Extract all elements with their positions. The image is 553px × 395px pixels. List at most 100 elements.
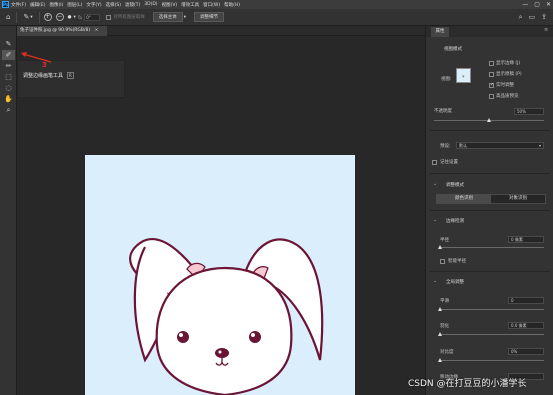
share-icon[interactable]: ⇪ <box>541 13 547 21</box>
bunny-illustration <box>129 237 324 395</box>
transparency-input[interactable]: 50% <box>514 108 544 115</box>
menu-help[interactable]: 帮助(H) <box>224 2 240 8</box>
menu-3d[interactable]: 3D(D) <box>144 2 157 7</box>
refine-edge-brush-label: 调整边缘画笔工具 <box>23 72 64 79</box>
document-close-button[interactable]: × <box>95 28 99 33</box>
view-mode-title: 视图模式 <box>444 47 462 52</box>
properties-tab-bar: 属性 ≡ <box>426 26 553 37</box>
realtime-refine-label: 实时调整 <box>496 83 514 88</box>
select-and-mask-button[interactable]: 调整细节 <box>194 12 225 22</box>
object-selection-icon[interactable]: ⬚ <box>2 72 15 82</box>
menu-window[interactable]: 窗口(W) <box>203 2 220 8</box>
chevron-down-icon[interactable]: ⌄ <box>433 181 437 187</box>
menu-view[interactable]: 视图(V) <box>162 2 178 8</box>
brush-size-dropdown[interactable]: ▾ <box>74 15 76 20</box>
refine-edge-brush-menu-item[interactable]: 调整边缘画笔工具 R <box>23 70 74 80</box>
lasso-icon[interactable]: ◌ <box>2 83 15 93</box>
image-canvas[interactable] <box>85 155 355 395</box>
feather-slider[interactable] <box>440 334 544 335</box>
smart-radius-checkbox[interactable] <box>440 259 445 264</box>
add-to-selection-icon[interactable]: + <box>43 13 52 21</box>
document-tab[interactable]: 兔子证件照.jpg @ 90.9%(RGB/8) × <box>17 26 107 36</box>
menu-type[interactable]: 文字(Y) <box>86 2 101 8</box>
menu-plugins[interactable]: 增效工具 <box>181 2 199 8</box>
refine-edge-brush-icon[interactable]: ✐ <box>2 50 15 60</box>
maximize-button[interactable]: ▢ <box>534 1 540 8</box>
chevron-down-icon[interactable]: ⌄ <box>433 278 437 284</box>
select-subject-dropdown[interactable]: ▾ <box>184 15 186 20</box>
chevron-down-icon: ▾ <box>538 143 541 148</box>
view-mode-thumbnail[interactable]: ▾ <box>456 68 471 83</box>
radius-slider[interactable] <box>440 247 544 248</box>
menu-edit[interactable]: 编辑(E) <box>30 2 45 8</box>
divider <box>430 271 550 272</box>
show-edge-label: 显示边缘 (J) <box>496 61 521 66</box>
color-aware-button[interactable]: 颜色识别 <box>437 195 491 203</box>
show-original-checkbox[interactable] <box>489 72 494 77</box>
sample-all-layers-label: 对所有图层取样 <box>113 15 145 20</box>
angle-input[interactable]: 0° <box>84 13 101 21</box>
tool-preset-dropdown[interactable]: ▾ <box>30 15 32 20</box>
divider <box>430 130 550 131</box>
refine-mode-title: 调整模式 <box>446 183 464 188</box>
refine-brush-icon[interactable]: ✎ <box>23 13 29 21</box>
window-controls: — ▢ ✕ <box>522 0 551 9</box>
contrast-input[interactable]: 0% <box>508 348 544 355</box>
menu-bar: Ps 文件(F) 编辑(E) 图像(I) 图层(L) 文字(Y) 选择(S) 滤… <box>0 0 553 9</box>
quick-selection-icon[interactable]: ✎ <box>2 39 15 49</box>
tools-panel: ✎ ✐ ✏ ⬚ ◌ ✋ ⌕ <box>0 26 17 395</box>
high-quality-preview-label: 高品质预览 <box>496 94 519 99</box>
separator <box>38 11 40 23</box>
search-icon[interactable]: ⌕ <box>519 13 523 22</box>
brush-icon[interactable]: ✏ <box>2 61 15 71</box>
panel-menu-icon[interactable]: ≡ <box>544 27 548 33</box>
options-bar: ⌂ ✎ ▾ + − ● ▾ ◺ 0° 对所有图层取样 选择主体 ▾ 调整细节 ⌕… <box>0 9 553 26</box>
workspace-icon[interactable]: ▭ <box>529 13 536 21</box>
tab-properties[interactable]: 属性 <box>431 27 449 37</box>
remember-settings-checkbox[interactable] <box>432 160 437 165</box>
contrast-slider[interactable] <box>440 360 544 361</box>
feather-input[interactable]: 0.0 像素 <box>508 322 544 329</box>
minimize-button[interactable]: — <box>522 1 528 8</box>
smooth-slider-knob[interactable] <box>438 307 442 311</box>
show-edge-checkbox[interactable] <box>489 61 494 66</box>
shortcut-key: R <box>67 71 74 79</box>
divider <box>430 210 550 211</box>
smooth-slider[interactable] <box>440 309 544 310</box>
transparency-label: 不透明度 <box>434 109 452 114</box>
menu-file[interactable]: 文件(F) <box>11 2 26 8</box>
menu-select[interactable]: 选择(S) <box>106 2 121 8</box>
smooth-label: 平滑 <box>440 299 449 304</box>
radius-slider-knob[interactable] <box>438 245 442 249</box>
smart-radius-label: 智能半径 <box>448 259 466 264</box>
smooth-input[interactable]: 0 <box>508 297 544 304</box>
transparency-slider-knob[interactable] <box>486 118 491 122</box>
menu-layer[interactable]: 图层(L) <box>67 2 82 8</box>
view-label: 视图: <box>441 77 452 82</box>
preset-value: 默认 <box>459 143 467 148</box>
chevron-down-icon[interactable]: ⌄ <box>433 217 437 223</box>
preset-label: 预设: <box>440 144 451 149</box>
brush-size-icon[interactable]: ● <box>68 15 72 20</box>
preset-dropdown[interactable]: 默认 ▾ <box>456 142 544 149</box>
tab-strip <box>107 26 425 36</box>
feather-slider-knob[interactable] <box>438 332 442 336</box>
hand-icon[interactable]: ✋ <box>2 94 15 104</box>
angle-icon[interactable]: ◺ <box>79 15 82 20</box>
zoom-icon[interactable]: ⌕ <box>2 105 15 115</box>
sample-all-layers-checkbox[interactable] <box>106 14 112 20</box>
subtract-from-selection-icon[interactable]: − <box>55 13 64 21</box>
menu-filter[interactable]: 滤镜(T) <box>125 2 140 8</box>
home-icon[interactable]: ⌂ <box>6 13 10 21</box>
remember-settings-label: 记住设置 <box>440 160 458 165</box>
contrast-slider-knob[interactable] <box>438 358 442 362</box>
photoshop-logo: Ps <box>2 1 9 8</box>
select-subject-button[interactable]: 选择主体 <box>152 12 183 22</box>
high-quality-preview-checkbox[interactable] <box>489 94 494 99</box>
close-button[interactable]: ✕ <box>546 1 551 8</box>
object-aware-button[interactable]: 对象识别 <box>491 195 545 203</box>
realtime-refine-checkbox[interactable] <box>489 82 494 88</box>
menu-image[interactable]: 图像(I) <box>49 2 63 8</box>
contrast-label: 对比度 <box>440 350 454 355</box>
radius-input[interactable]: 0 像素 <box>508 236 544 243</box>
